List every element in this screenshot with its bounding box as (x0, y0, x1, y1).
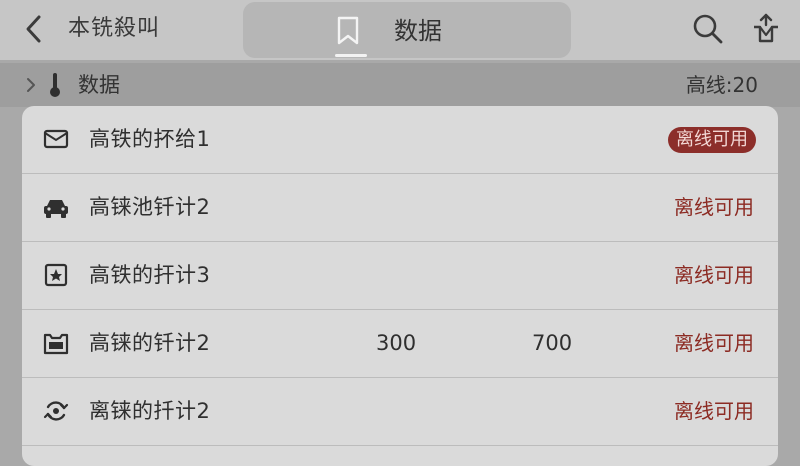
car-icon (44, 200, 68, 218)
section-title: 数据 (78, 73, 120, 97)
app-title: 本铣殺叫 (68, 16, 161, 41)
list-item-label: 高铼的钎计2 (89, 331, 211, 355)
search-icon[interactable] (690, 11, 726, 47)
section-header: 数据 高线:20 (0, 63, 800, 107)
list-item-label: 离铼的扦计2 (89, 399, 211, 423)
status-badge: 离线可用 (668, 127, 756, 153)
list-item[interactable]: 离铼的扦计2 离线可用 (22, 378, 778, 446)
status-text: 离线可用 (674, 331, 754, 355)
list-item[interactable]: 高铼池钎计2 离线可用 (22, 174, 778, 242)
bookmark-icon (337, 16, 359, 45)
value-1: 300 (376, 331, 417, 355)
status-text: 离线可用 (674, 263, 754, 287)
chevron-right-icon[interactable] (26, 77, 36, 93)
status-text: 离线可用 (674, 399, 754, 423)
thermometer-icon (50, 73, 60, 97)
tab-data[interactable]: 数据 (243, 2, 571, 58)
share-icon[interactable] (748, 11, 784, 47)
tab-label: 数据 (394, 17, 442, 45)
list-item-label: 高铁的抔给1 (89, 127, 211, 151)
back-button[interactable] (18, 12, 50, 46)
list-item-label: 高铁的扞计3 (89, 263, 211, 287)
mail-icon (43, 129, 69, 149)
value-2: 700 (532, 331, 573, 355)
tab-underline (335, 54, 367, 57)
sync-icon (43, 401, 69, 421)
back-arrow-icon (26, 15, 41, 43)
top-bar: 本铣殺叫 数据 (0, 0, 800, 60)
list-item[interactable]: 高铼的钎计2 300 700 离线可用 (22, 310, 778, 378)
star-box-icon (44, 263, 68, 287)
list-item-label: 高铼池钎计2 (89, 195, 211, 219)
tray-icon (43, 333, 69, 355)
status-text: 离线可用 (674, 195, 754, 219)
data-list: 高铁的抔给1 离线可用 高铼池钎计2 离线可用 高铁的扞计3 离线可用 高铼的钎… (22, 106, 778, 466)
section-count: 高线:20 (685, 73, 758, 97)
list-item[interactable]: 高铁的扞计3 离线可用 (22, 242, 778, 310)
list-item[interactable]: 高铁的抔给1 离线可用 (22, 106, 778, 174)
